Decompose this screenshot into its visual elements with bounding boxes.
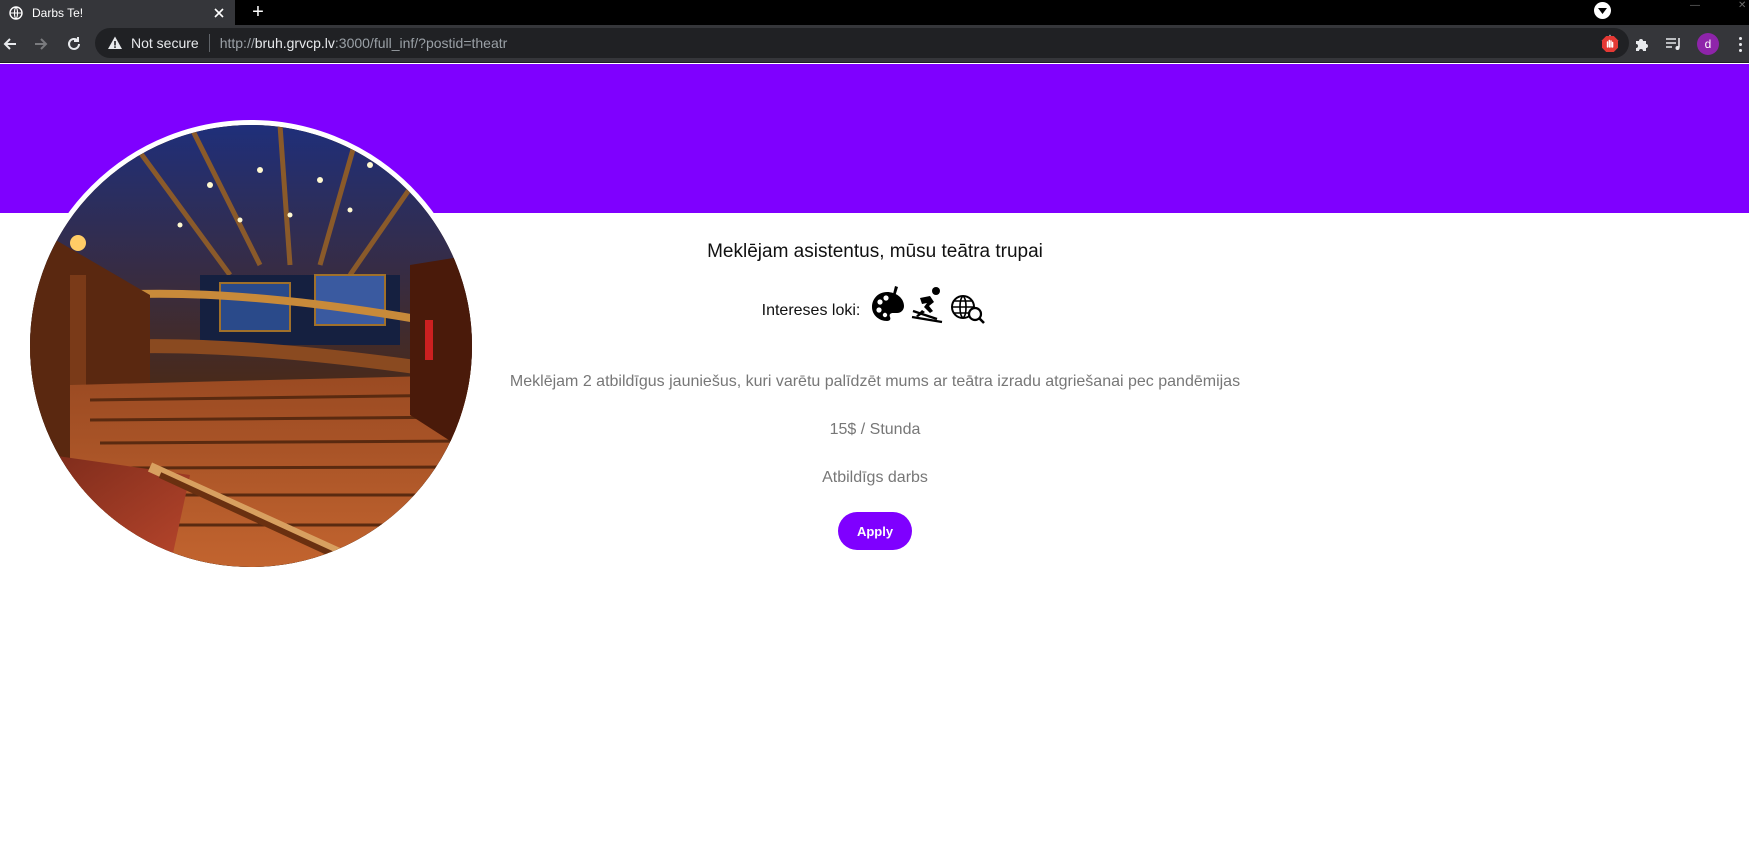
- art-palette-icon: [868, 282, 908, 324]
- tab-strip: Darbs Te! + — ✕: [0, 0, 1749, 25]
- stop-hand-extension-icon[interactable]: [1599, 33, 1621, 55]
- divider: [208, 34, 210, 52]
- warning-icon[interactable]: [107, 35, 123, 51]
- url-scheme: http://: [219, 35, 255, 51]
- theatre-illustration: [30, 125, 472, 567]
- menu-icon[interactable]: [1735, 33, 1745, 55]
- page-content: Meklējam asistentus, mūsu teātra trupai …: [0, 64, 1749, 865]
- interests-row: Intereses loki:: [470, 282, 1280, 324]
- apply-button[interactable]: Apply: [838, 512, 912, 550]
- job-type: Atbildīgs darbs: [822, 469, 928, 486]
- back-icon[interactable]: [0, 32, 22, 56]
- tab-search-icon[interactable]: [1594, 2, 1611, 19]
- reading-list-icon[interactable]: [1663, 33, 1685, 55]
- job-title: Meklējam asistentus, mūsu teātra trupai: [707, 241, 1043, 262]
- tab-title: Darbs Te!: [32, 5, 84, 20]
- interests-label: Intereses loki:: [761, 302, 861, 319]
- global-search-icon: [948, 282, 988, 324]
- browser-tab[interactable]: Darbs Te!: [0, 0, 235, 25]
- globe-icon: [9, 5, 23, 20]
- reload-icon[interactable]: [62, 32, 86, 56]
- avatar[interactable]: d: [1697, 33, 1719, 55]
- puzzle-icon[interactable]: [1631, 33, 1653, 55]
- url-host: bruh.grvcp.lv: [254, 35, 335, 51]
- minimize-icon[interactable]: —: [1690, 0, 1700, 11]
- window-close-icon[interactable]: ✕: [1738, 0, 1746, 11]
- theatre-photo: [25, 120, 477, 572]
- url-path: :3000/full_inf/?postid=theatr: [334, 35, 508, 51]
- new-tab-button[interactable]: +: [248, 0, 268, 25]
- close-icon[interactable]: [209, 3, 229, 23]
- security-status[interactable]: Not secure: [131, 35, 199, 51]
- browser-toolbar: Not secure http://bruh.grvcp.lv:3000/ful…: [0, 25, 1749, 63]
- job-price: 15$ / Stunda: [829, 421, 921, 438]
- address-bar[interactable]: Not secure http://bruh.grvcp.lv:3000/ful…: [95, 28, 1629, 58]
- forward-icon[interactable]: [29, 32, 53, 56]
- job-description: Meklējam 2 atbildīgus jauniešus, kuri va…: [509, 373, 1241, 390]
- skiing-icon: [908, 282, 948, 324]
